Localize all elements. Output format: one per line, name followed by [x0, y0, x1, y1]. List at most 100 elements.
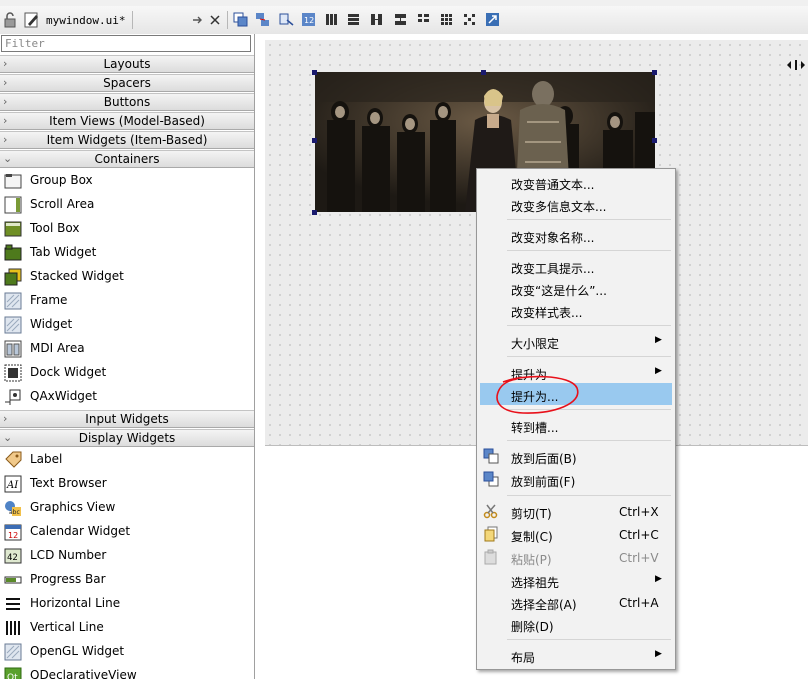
- vertical-line-icon: [6, 621, 20, 635]
- layout-grid-icon[interactable]: [439, 12, 454, 27]
- menu-separator: [507, 356, 671, 357]
- menu-item-cut[interactable]: 剪切(T) Ctrl+X: [477, 500, 675, 522]
- menu-item-select-all[interactable]: 选择全部(A) Ctrl+A: [477, 591, 675, 613]
- widget-item-qdeclarativeview[interactable]: Qt QDeclarativeView: [0, 664, 254, 679]
- qdeclarativeview-icon: Qt: [4, 667, 22, 679]
- scissors-icon: [483, 504, 498, 519]
- widget-item-widget[interactable]: Widget: [0, 313, 254, 337]
- lock-icon[interactable]: [3, 12, 17, 28]
- widget-item-qaxwidget[interactable]: QAxWidget: [0, 385, 254, 409]
- edit-tab-order-icon[interactable]: 12: [301, 12, 316, 27]
- widget-item-text-browser[interactable]: AI Text Browser: [0, 472, 254, 496]
- send-to-back-icon: [483, 448, 499, 464]
- widget-item-vertical-line[interactable]: Vertical Line: [0, 616, 254, 640]
- menu-item-size-constraints[interactable]: 大小限定 ▶: [477, 330, 675, 352]
- widget-item-horizontal-line[interactable]: Horizontal Line: [0, 592, 254, 616]
- widget-item-group-box[interactable]: Group Box: [0, 169, 254, 193]
- menu-item-change-tooltip[interactable]: 改变工具提示...: [477, 255, 675, 277]
- edit-buddies-icon[interactable]: [279, 12, 294, 27]
- category-display-widgets[interactable]: ⌄ Display Widgets: [0, 429, 254, 447]
- layout-vertical-icon[interactable]: [346, 12, 361, 27]
- svg-text:abc: abc: [9, 509, 20, 516]
- widget-item-stacked-widget[interactable]: Stacked Widget: [0, 265, 254, 289]
- menu-item-change-stylesheet[interactable]: 改变样式表...: [477, 299, 675, 321]
- menu-separator: [507, 325, 671, 326]
- selection-handle[interactable]: [312, 138, 317, 143]
- widget-item-scroll-area[interactable]: Scroll Area: [0, 193, 254, 217]
- close-icon[interactable]: [208, 12, 222, 28]
- category-item-widgets[interactable]: › Item Widgets (Item-Based): [0, 131, 254, 149]
- selection-handle[interactable]: [481, 70, 486, 75]
- svg-text:12: 12: [8, 531, 18, 540]
- scroll-area-icon: [4, 196, 22, 214]
- menu-item-change-object-name[interactable]: 改变对象名称...: [477, 224, 675, 246]
- widget-item-dock-widget[interactable]: Dock Widget: [0, 361, 254, 385]
- category-spacers[interactable]: › Spacers: [0, 74, 254, 92]
- menu-item-change-whats-this[interactable]: 改变“这是什么”...: [477, 277, 675, 299]
- annotation-circle: [496, 375, 579, 414]
- opengl-widget-icon: [4, 643, 22, 661]
- menu-item-delete[interactable]: 删除(D): [477, 613, 675, 635]
- submenu-arrow-icon: ▶: [655, 649, 662, 659]
- menu-item-change-plain-text[interactable]: 改变普通文本...: [477, 171, 675, 193]
- filter-input[interactable]: [1, 35, 251, 52]
- menu-item-layout[interactable]: 布局 ▶: [477, 644, 675, 666]
- horizontal-line-icon: [6, 598, 20, 610]
- widget-item-opengl-widget[interactable]: OpenGL Widget: [0, 640, 254, 664]
- widget-item-calendar-widget[interactable]: 12 Calendar Widget: [0, 520, 254, 544]
- menu-item-select-ancestor[interactable]: 选择祖先 ▶: [477, 569, 675, 591]
- progress-bar-icon: [4, 576, 22, 584]
- menu-separator: [507, 440, 671, 441]
- form-file-icon: [24, 12, 38, 28]
- category-input-widgets[interactable]: › Input Widgets: [0, 410, 254, 428]
- layout-horizontal-icon[interactable]: [324, 12, 339, 27]
- menu-item-paste[interactable]: 粘贴(P) Ctrl+V: [477, 546, 675, 568]
- edit-signals-icon[interactable]: [255, 12, 270, 27]
- toolbar-separator: [132, 11, 133, 29]
- submenu-arrow-icon: ▶: [655, 366, 662, 376]
- category-containers[interactable]: ⌄ Containers: [0, 150, 254, 168]
- file-tab-title[interactable]: mywindow.ui*: [46, 14, 125, 27]
- widget-item-progress-bar[interactable]: Progress Bar: [0, 568, 254, 592]
- qaxwidget-icon: [5, 389, 21, 405]
- tab-arrow-icon[interactable]: [190, 12, 204, 28]
- menu-item-send-to-back[interactable]: 放到后面(B): [477, 445, 675, 467]
- text-browser-icon: AI: [4, 475, 22, 493]
- paste-icon: [484, 549, 497, 565]
- mdi-area-icon: [4, 340, 22, 358]
- category-item-views[interactable]: › Item Views (Model-Based): [0, 112, 254, 130]
- selection-handle[interactable]: [652, 70, 657, 75]
- menu-item-copy[interactable]: 复制(C) Ctrl+C: [477, 523, 675, 545]
- menu-item-go-to-slot[interactable]: 转到槽...: [477, 414, 675, 436]
- selection-handle[interactable]: [312, 210, 317, 215]
- widget-item-label[interactable]: Label: [0, 448, 254, 472]
- svg-text:42: 42: [7, 553, 18, 563]
- widget-item-tab-widget[interactable]: Tab Widget: [0, 241, 254, 265]
- menu-separator: [507, 495, 671, 496]
- widget-item-tool-box[interactable]: Tool Box: [0, 217, 254, 241]
- selection-handle[interactable]: [312, 70, 317, 75]
- tool-box-icon: [4, 221, 22, 237]
- toolbar: mywindow.ui* 12: [0, 6, 808, 35]
- edit-widgets-icon[interactable]: [233, 12, 248, 27]
- frame-icon: [4, 292, 22, 310]
- toolbar-separator: [227, 11, 228, 29]
- selection-handle[interactable]: [652, 138, 657, 143]
- menu-item-bring-to-front[interactable]: 放到前面(F): [477, 468, 675, 490]
- menu-item-change-rich-text[interactable]: 改变多信息文本...: [477, 193, 675, 215]
- group-box-icon: [4, 174, 22, 189]
- layout-splitter-horizontal-icon[interactable]: [369, 12, 384, 27]
- break-layout-icon[interactable]: [462, 12, 477, 27]
- category-layouts[interactable]: › Layouts: [0, 55, 254, 73]
- svg-text:Qt: Qt: [7, 673, 18, 679]
- widget-item-mdi-area[interactable]: MDI Area: [0, 337, 254, 361]
- layout-splitter-vertical-icon[interactable]: [393, 12, 408, 27]
- layout-form-icon[interactable]: [416, 12, 431, 27]
- widget-item-lcd-number[interactable]: 42 LCD Number: [0, 544, 254, 568]
- widget-item-graphics-view[interactable]: abc Graphics View: [0, 496, 254, 520]
- widget-item-frame[interactable]: Frame: [0, 289, 254, 313]
- category-buttons[interactable]: › Buttons: [0, 93, 254, 111]
- adjust-size-icon[interactable]: [485, 12, 500, 27]
- svg-text:AI: AI: [6, 480, 19, 491]
- menu-separator: [507, 250, 671, 251]
